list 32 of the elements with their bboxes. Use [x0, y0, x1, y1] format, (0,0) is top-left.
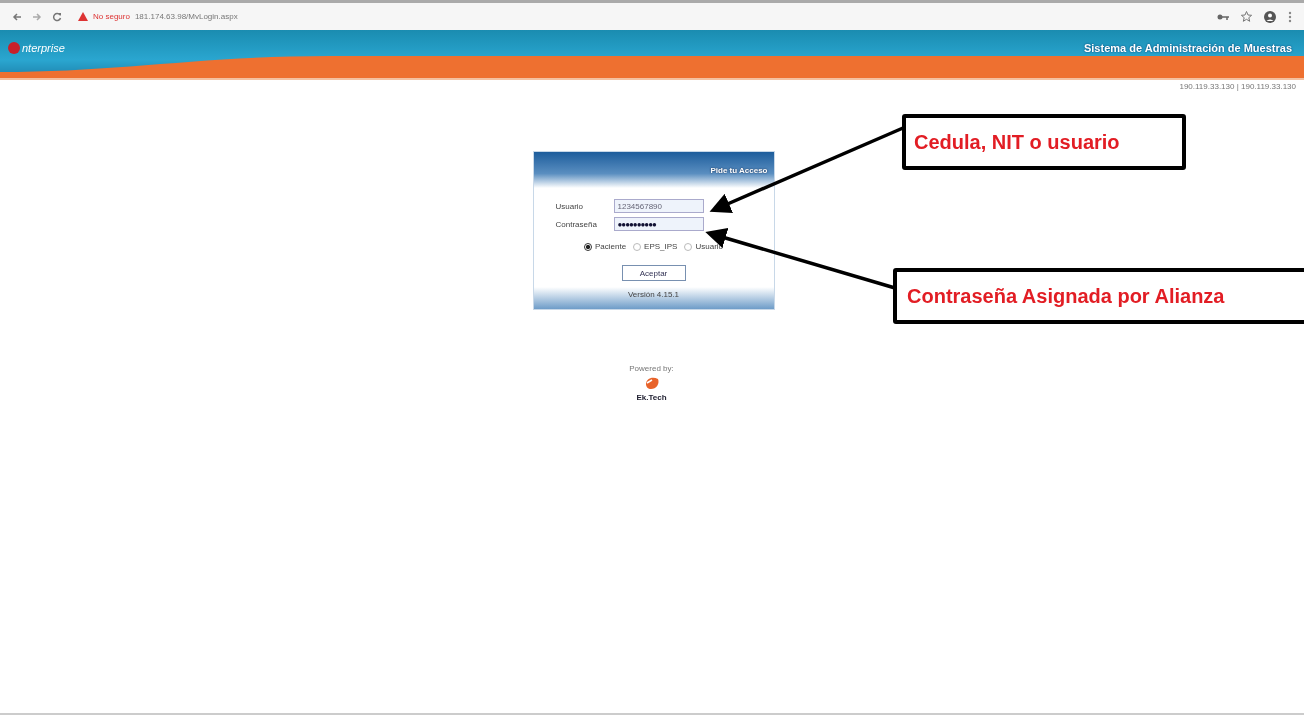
- url-text: 181.174.63.98/MvLogin.aspx: [134, 12, 238, 21]
- account-icon[interactable]: [1264, 10, 1276, 23]
- accept-button[interactable]: Aceptar: [621, 265, 686, 281]
- logo-mark-icon: [8, 42, 20, 54]
- password-field[interactable]: ●●●●●●●●●●: [613, 217, 704, 231]
- radio-button[interactable]: [583, 242, 592, 251]
- logo-text: nterprise: [22, 42, 65, 54]
- radio-label: EPS_IPS: [644, 242, 678, 251]
- brand-logo-icon: [643, 376, 660, 390]
- menu-icon[interactable]: [1288, 10, 1292, 23]
- reload-icon[interactable]: [52, 11, 62, 22]
- forward-icon[interactable]: [32, 11, 42, 22]
- callout-box: Contraseña Asignada por Alianza: [893, 268, 1304, 324]
- field-label: Contraseña: [555, 219, 598, 229]
- brand-name: Ek.Tech: [636, 393, 667, 402]
- version-text: Versión 4.15.1: [627, 290, 680, 301]
- powered-by-label: Powered by:: [629, 364, 674, 373]
- callout-box: Cedula, NIT o usuario: [902, 114, 1186, 170]
- app-title: Sistema de Administración de Muestras: [1083, 42, 1292, 54]
- radio-label: Paciente: [594, 242, 627, 251]
- radio-button[interactable]: [684, 242, 693, 251]
- panel-title: Pide tu Acceso: [710, 165, 768, 175]
- back-icon[interactable]: [12, 11, 22, 22]
- field-label: Usuario: [555, 201, 585, 211]
- radio-button[interactable]: [633, 242, 642, 251]
- star-icon[interactable]: [1241, 11, 1252, 22]
- server-info: 190.119.33.130 | 190.119.33.130: [1178, 81, 1297, 91]
- security-label: No seguro: [93, 12, 130, 21]
- username-field[interactable]: 1234567890: [613, 199, 704, 213]
- warning-icon: [78, 12, 88, 21]
- address-bar[interactable]: No seguro 181.174.63.98/MvLogin.aspx: [78, 12, 238, 21]
- radio-label: Usuario: [695, 242, 724, 251]
